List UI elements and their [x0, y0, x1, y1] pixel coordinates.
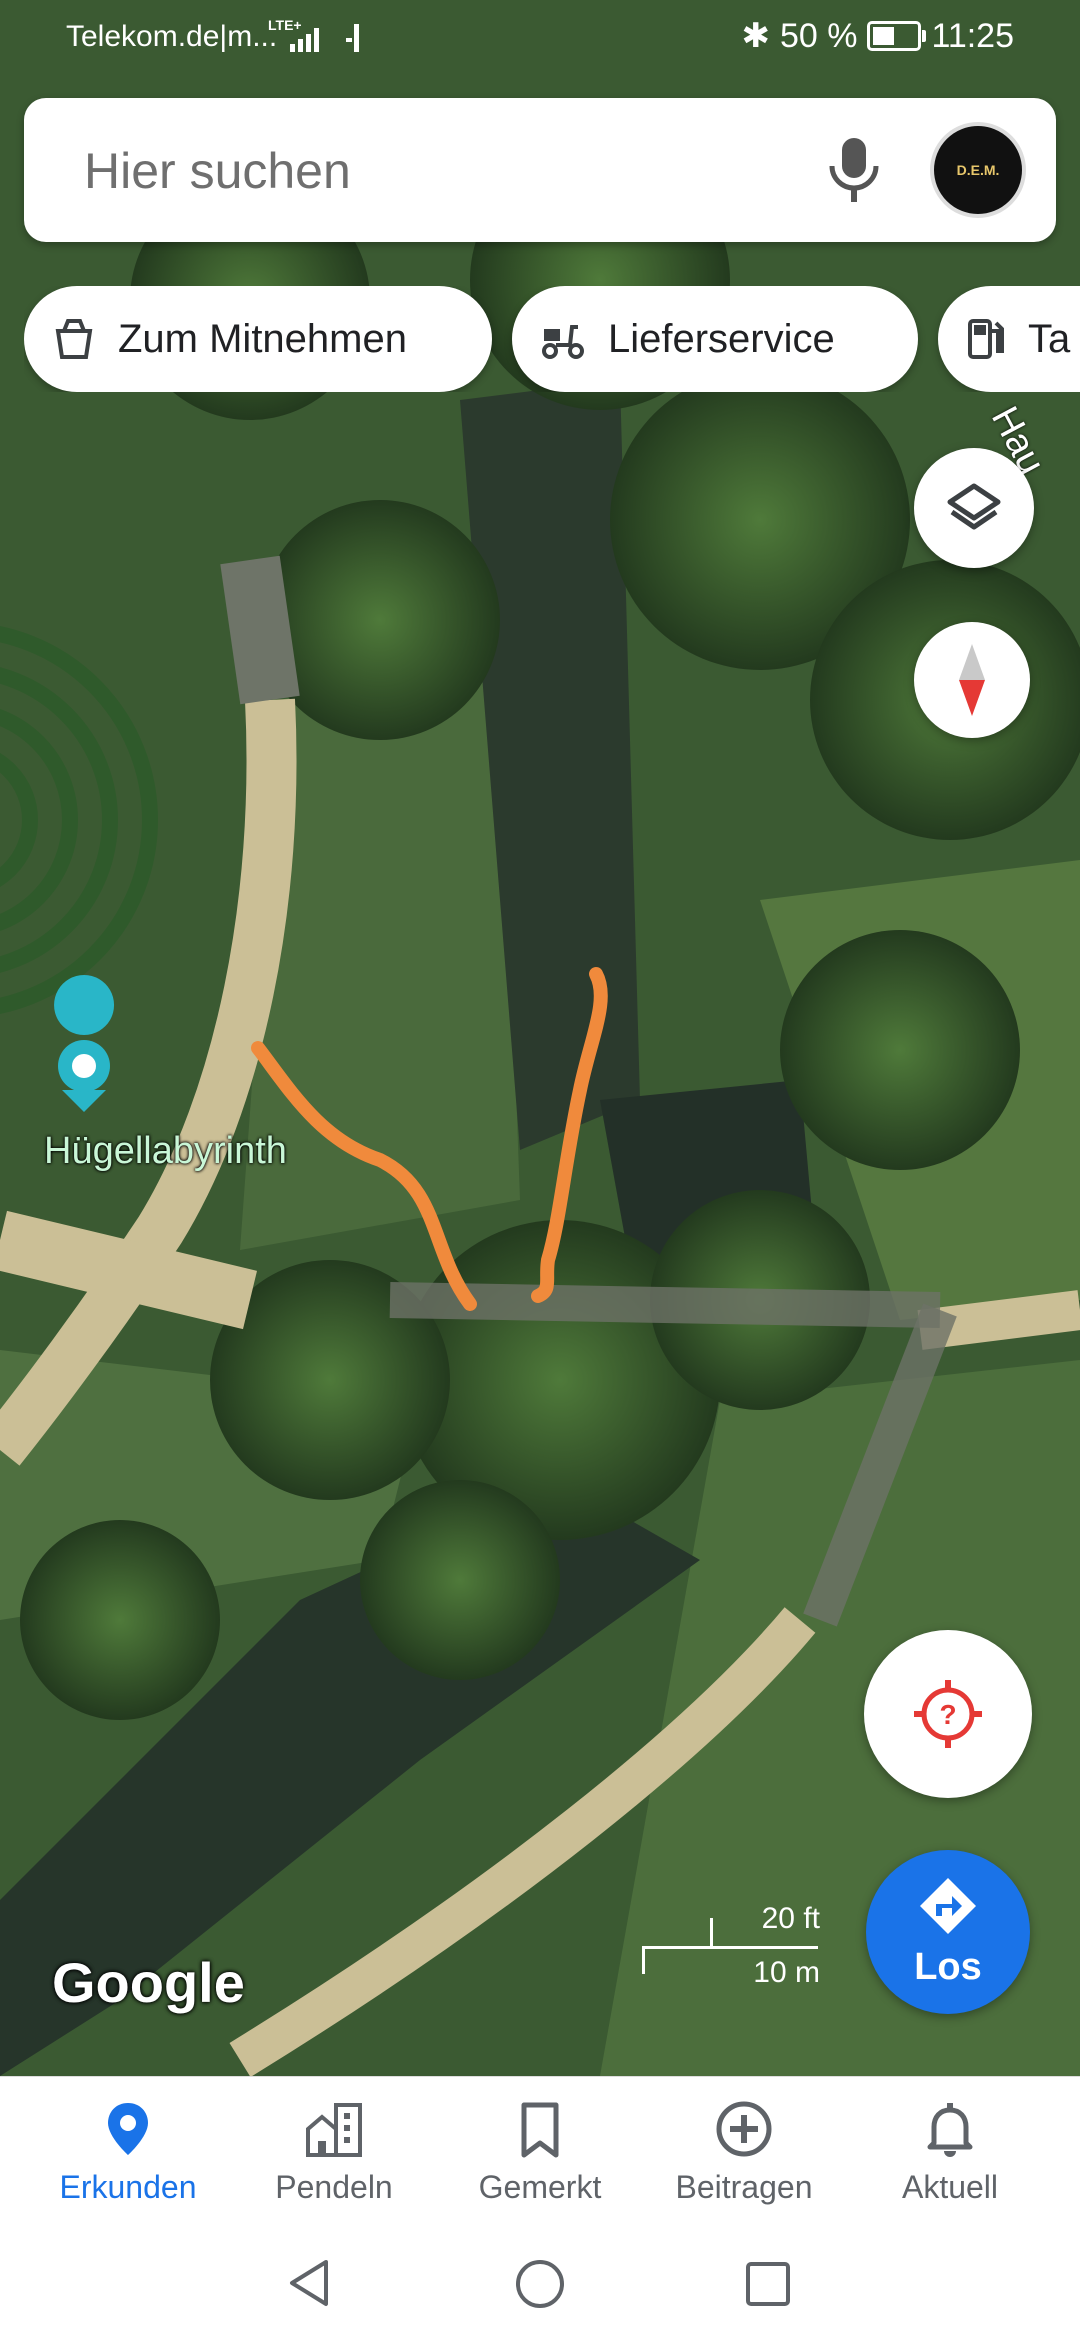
battery-icon: [867, 21, 927, 51]
system-navigation-bar: [0, 2224, 1080, 2340]
nav-erkunden[interactable]: Erkunden: [20, 2077, 236, 2225]
bookmark-icon: [521, 2102, 559, 2158]
bluetooth-icon: ✱: [741, 17, 770, 55]
google-attribution: Google: [52, 1951, 245, 2014]
nav-pendeln[interactable]: Pendeln: [226, 2077, 442, 2225]
back-icon[interactable]: [284, 2258, 334, 2308]
compass-icon: [959, 644, 985, 716]
microphone-icon[interactable]: [824, 136, 884, 204]
account-avatar[interactable]: D.E.M.: [930, 122, 1026, 218]
battery-percent: 50 %: [779, 16, 858, 55]
map-scale: 20 ft 10 m: [640, 1900, 820, 1990]
category-chips: Zum Mitnehmen Lieferservice Ta: [24, 286, 1080, 392]
nav-beitragen[interactable]: Beitragen: [636, 2077, 852, 2225]
location-unknown-icon: ?: [914, 1680, 982, 1748]
add-circle-icon: [716, 2101, 772, 2157]
nav-aktuell[interactable]: Aktuell: [842, 2077, 1058, 2225]
chip-label: Zum Mitnehmen: [118, 316, 407, 361]
takeout-bag-icon: [55, 319, 93, 359]
delivery-scooter-icon: [542, 325, 584, 359]
svg-text:?: ?: [939, 1699, 956, 1730]
directions-icon: [920, 1878, 976, 1934]
directions-go-button[interactable]: Los: [866, 1850, 1030, 2014]
nav-gemerkt[interactable]: Gemerkt: [432, 2077, 648, 2225]
chip-label: Ta: [1028, 316, 1071, 361]
go-label: Los: [914, 1946, 982, 1988]
nav-label: Beitragen: [675, 2169, 813, 2205]
compass-button[interactable]: [914, 622, 1030, 738]
scale-imperial: 20 ft: [761, 1902, 820, 1935]
search-bar[interactable]: Hier suchen D.E.M.: [24, 98, 1056, 242]
scale-tick-top: [710, 1918, 713, 1948]
signal-secondary-icon: [346, 24, 359, 52]
home-icon[interactable]: [514, 2258, 566, 2310]
status-bar: Telekom.de|m... LTE+ ✱ 50 % 11:25: [0, 0, 1080, 78]
scale-bar: [642, 1946, 818, 1949]
explore-pin-icon: [108, 2103, 148, 2155]
signal-icon: [290, 28, 319, 52]
scale-tick-bottom: [642, 1946, 645, 1974]
chip-takeout[interactable]: Zum Mitnehmen: [24, 286, 492, 392]
nav-label: Aktuell: [901, 2169, 999, 2205]
nav-label: Gemerkt: [478, 2169, 602, 2205]
scale-metric: 10 m: [753, 1956, 820, 1989]
bottom-navigation: Erkunden Pendeln Gemerkt Beitragen Aktue…: [0, 2076, 1080, 2225]
layers-icon: [947, 483, 1001, 530]
gas-station-icon: [968, 319, 1004, 359]
nav-label: Pendeln: [275, 2169, 393, 2205]
layers-button[interactable]: [914, 448, 1034, 568]
search-input[interactable]: Hier suchen: [84, 142, 351, 200]
my-location-button[interactable]: ?: [864, 1630, 1032, 1798]
place-label-huegellabyrinth[interactable]: Hügellabyrinth: [44, 1130, 287, 1173]
commute-buildings-icon: [306, 2103, 362, 2157]
bell-icon: [927, 2103, 973, 2157]
chip-label: Lieferservice: [608, 316, 835, 361]
chip-delivery[interactable]: Lieferservice: [512, 286, 918, 392]
carrier-name: Telekom.de|m...: [66, 20, 278, 53]
nav-label: Erkunden: [59, 2169, 197, 2205]
clock: 11:25: [931, 16, 1014, 55]
avatar-logo: D.E.M.: [956, 162, 1000, 178]
recents-icon[interactable]: [744, 2260, 792, 2308]
chip-gas-station[interactable]: Ta: [938, 286, 1080, 392]
